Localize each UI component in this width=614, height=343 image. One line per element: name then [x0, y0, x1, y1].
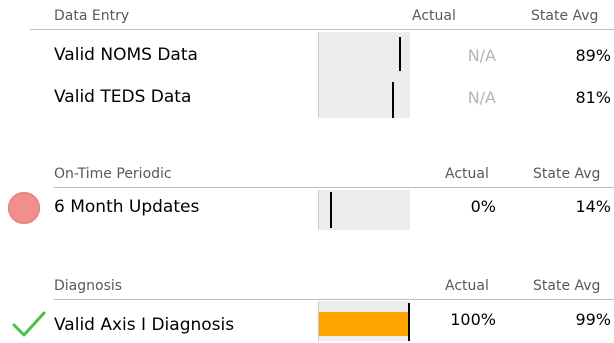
state-avg-value: 14% — [575, 197, 611, 216]
section-title-diagnosis: Diagnosis — [54, 278, 123, 294]
actual-value: N/A — [467, 46, 496, 65]
bar-track-baseline — [318, 190, 319, 230]
state-avg-value: 99% — [575, 310, 611, 329]
actual-value: 0% — [470, 197, 496, 216]
section-divider — [54, 299, 614, 300]
bar-track — [318, 32, 410, 118]
state-avg-marker — [329, 192, 332, 228]
state-avg-column-header: State Avg — [533, 278, 601, 294]
state-avg-marker — [391, 82, 394, 118]
red-circle-icon — [8, 192, 40, 224]
actual-column-header: Actual — [412, 8, 456, 24]
metric-label-valid-axis-i-diagnosis: Valid Axis I Diagnosis — [54, 315, 235, 335]
metric-label-valid-teds-data: Valid TEDS Data — [54, 87, 192, 107]
actual-column-header: Actual — [445, 278, 489, 294]
state-avg-value: 81% — [575, 88, 611, 107]
section-title-on-time-periodic: On-Time Periodic — [54, 166, 172, 182]
section-divider — [30, 29, 614, 30]
metric-label-6-month-updates: 6 Month Updates — [54, 197, 200, 217]
state-avg-column-header: State Avg — [531, 8, 599, 24]
actual-column-header: Actual — [445, 166, 489, 182]
state-avg-marker — [398, 37, 401, 71]
section-divider — [54, 187, 614, 188]
metric-label-valid-noms-data: Valid NOMS Data — [54, 45, 198, 65]
state-avg-marker — [408, 303, 411, 341]
section-title-data-entry: Data Entry — [54, 8, 130, 24]
actual-value: 100% — [450, 310, 496, 329]
state-avg-value: 89% — [575, 46, 611, 65]
actual-value: N/A — [467, 88, 496, 107]
bar-track-baseline — [318, 32, 319, 118]
actual-value-bar — [319, 312, 410, 336]
green-check-icon — [12, 311, 46, 337]
state-avg-column-header: State Avg — [533, 166, 601, 182]
